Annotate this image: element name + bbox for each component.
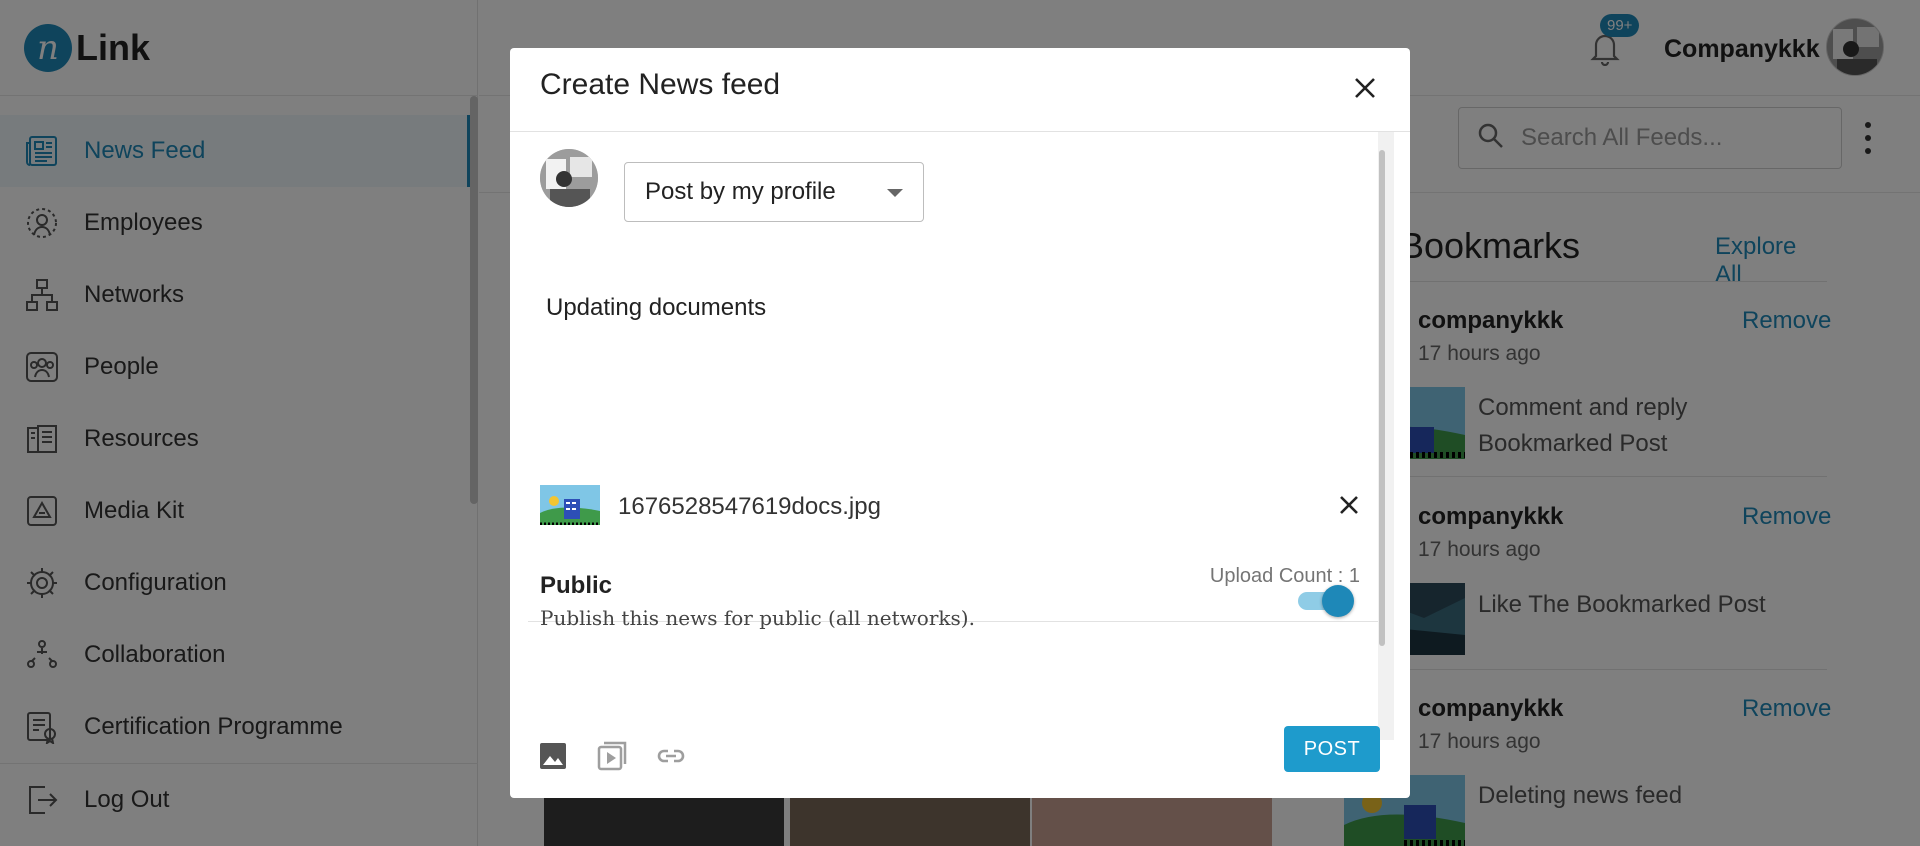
public-toggle[interactable]: [1298, 583, 1354, 617]
remove-attachment-icon[interactable]: [1335, 491, 1363, 519]
caret-down-icon: [887, 189, 903, 197]
dialog-title: Create News feed: [540, 68, 781, 101]
post-as-value: Post by my profile: [645, 178, 836, 205]
add-link-icon[interactable]: [653, 738, 689, 774]
dialog-footer: POST: [510, 726, 1410, 798]
avatar: [540, 149, 598, 207]
create-news-feed-dialog: Create News feed Post by my profile Upda…: [510, 48, 1410, 798]
add-video-icon[interactable]: [594, 738, 630, 774]
post-button[interactable]: POST: [1284, 726, 1380, 772]
attachment-filename: 1676528547619docs.jpg: [618, 493, 881, 520]
dialog-scrollbar-thumb[interactable]: [1379, 150, 1385, 646]
dialog-body: Post by my profile Updating documents 16…: [510, 132, 1410, 740]
attachment-thumbnail: [540, 485, 600, 525]
public-title: Public: [540, 572, 613, 599]
public-description: Publish this news for public (all networ…: [540, 606, 975, 630]
attachment-item: 1676528547619docs.jpg: [540, 485, 1360, 527]
toggle-knob: [1322, 585, 1354, 617]
add-image-icon[interactable]: [535, 738, 571, 774]
post-text-input[interactable]: Updating documents: [546, 294, 766, 322]
close-icon[interactable]: [1345, 68, 1385, 108]
post-as-select[interactable]: Post by my profile: [624, 162, 924, 222]
